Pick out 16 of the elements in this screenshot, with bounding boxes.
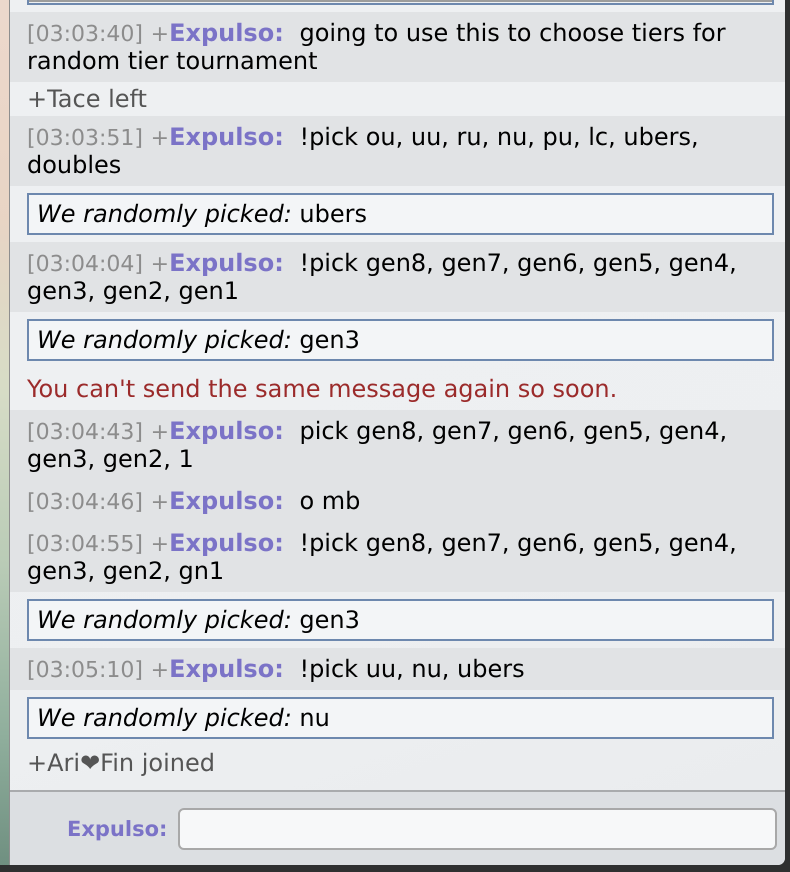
error-message: You can't send the same message again so soon. xyxy=(26,374,618,405)
message-input[interactable] xyxy=(178,808,777,850)
result-box: We randomly picked: nu xyxy=(27,697,774,739)
result-box: We randomly picked: ubers xyxy=(27,193,774,235)
chat-message: [03:04:43] +Expulso: pick gen8, gen7, gen6, gen5, gen4, gen3, gen2, 1 xyxy=(10,410,785,480)
result-box: We randomly picked: gen3 xyxy=(27,599,774,641)
chat-message: [03:03:51] +Expulso: !pick ou, uu, ru, nu, pu, lc, ubers, doubles xyxy=(10,116,785,186)
chat-message: [03:04:46] +Expulso: o mb xyxy=(10,480,785,522)
chat-message: [03:03:40] +Expulso: going to use this to choose tiers for random tier tournament xyxy=(10,12,785,82)
chat-message: [03:04:55] +Expulso: !pick gen8, gen7, gen6, gen5, gen4, gen3, gen2, gn1 xyxy=(10,522,785,592)
chat-message: [03:05:10] +Expulso: !pick uu, nu, ubers xyxy=(10,648,785,690)
chat-message: [03:04:04] +Expulso: !pick gen8, gen7, gen6, gen5, gen4, gen3, gen2, gen1 xyxy=(10,242,785,312)
status-notice: +Ari❤Fin joined xyxy=(26,748,216,779)
status-notice: +Tace left xyxy=(26,84,148,115)
username-label: Expulso: xyxy=(67,816,168,842)
result-box: We randomly picked: gen3 xyxy=(27,319,774,361)
